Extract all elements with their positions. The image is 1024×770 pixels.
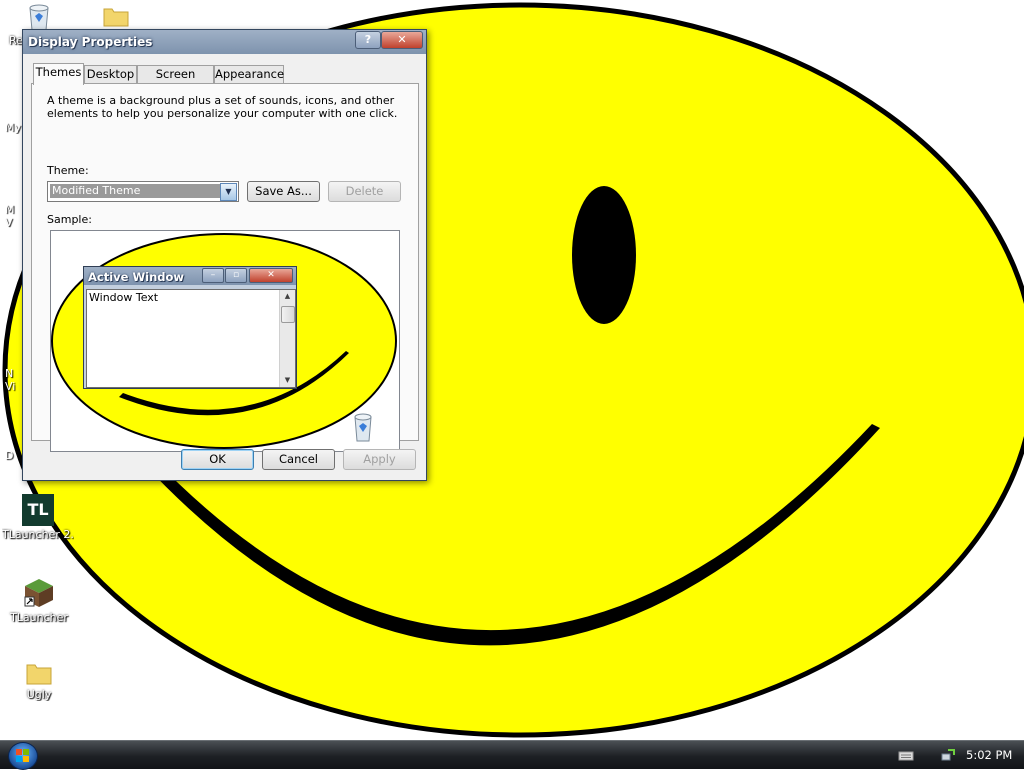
ugly-folder-desktop-icon[interactable]: Ugly — [3, 660, 75, 701]
theme-description: A theme is a background plus a set of so… — [47, 94, 398, 120]
scroll-down-icon: ▼ — [284, 376, 291, 384]
display-properties-dialog: Display Properties ? ✕ Themes Desktop Sc… — [22, 29, 427, 481]
help-button[interactable]: ? — [355, 31, 381, 49]
tab-appearance[interactable]: Appearance — [214, 65, 284, 84]
close-button[interactable]: ✕ — [381, 31, 423, 49]
taskbar: 5:02 PM — [0, 740, 1024, 770]
ugly-folder-label: Ugly — [26, 688, 52, 701]
delete-button[interactable]: Delete — [328, 181, 401, 202]
tlauncher-2-label: TLauncher 2... — [2, 528, 74, 541]
folder-icon — [103, 8, 129, 27]
chevron-down-icon[interactable]: ▼ — [220, 183, 237, 201]
smiley-eye — [572, 186, 636, 324]
theme-dropdown[interactable]: Modified Theme ▼ — [47, 181, 239, 202]
sample-window-title: Active Window — [88, 270, 185, 284]
themes-panel: A theme is a background plus a set of so… — [31, 83, 419, 452]
tlauncher-label: TLauncher — [10, 611, 68, 624]
apply-button[interactable]: Apply — [343, 449, 416, 470]
dialog-titlebar[interactable]: Display Properties ? ✕ — [23, 30, 426, 54]
start-button[interactable] — [8, 742, 38, 770]
sample-window-text: Window Text — [89, 291, 159, 304]
close-icon: ✕ — [249, 268, 293, 283]
tlauncher-logo-icon: TL — [22, 494, 54, 526]
sample-active-window: Active Window – ▫ ✕ Window Text ▲ ▼ — [83, 266, 297, 389]
cancel-button[interactable]: Cancel — [262, 449, 335, 470]
recycle-bin-icon — [354, 413, 372, 442]
tlauncher-desktop-icon[interactable]: TLauncher — [3, 577, 75, 624]
windows-logo-icon — [16, 749, 29, 762]
sample-window-body: Window Text ▲ ▼ — [86, 289, 296, 388]
recycle-bin-icon — [29, 4, 49, 31]
taskbar-clock[interactable]: 5:02 PM — [966, 748, 1012, 762]
theme-dropdown-value: Modified Theme — [50, 184, 220, 198]
minecraft-block-icon — [24, 579, 53, 607]
sample-label: Sample: — [47, 213, 92, 226]
scroll-thumb — [281, 306, 295, 323]
network-icon[interactable] — [940, 748, 956, 762]
save-as-button[interactable]: Save As... — [247, 181, 320, 202]
tab-themes[interactable]: Themes — [33, 63, 84, 85]
theme-sample-preview: Active Window – ▫ ✕ Window Text ▲ ▼ — [50, 230, 400, 452]
ok-button[interactable]: OK — [181, 449, 254, 470]
scroll-up-icon: ▲ — [284, 292, 291, 300]
minimize-icon: – — [202, 268, 224, 283]
theme-label: Theme: — [47, 164, 89, 177]
keyboard-icon[interactable] — [898, 748, 914, 762]
maximize-icon: ▫ — [225, 268, 247, 283]
folder-desktop-icon[interactable] — [80, 4, 152, 28]
sample-window-titlebar: Active Window – ▫ ✕ — [84, 267, 296, 285]
tab-desktop[interactable]: Desktop — [84, 65, 137, 84]
dialog-title: Display Properties — [28, 35, 153, 49]
tab-screen-saver[interactable]: Screen Saver — [137, 65, 214, 98]
folder-icon — [26, 664, 52, 685]
tlauncher-2-desktop-icon[interactable]: TL TLauncher 2... — [2, 494, 74, 541]
sample-scrollbar: ▲ ▼ — [279, 290, 295, 387]
